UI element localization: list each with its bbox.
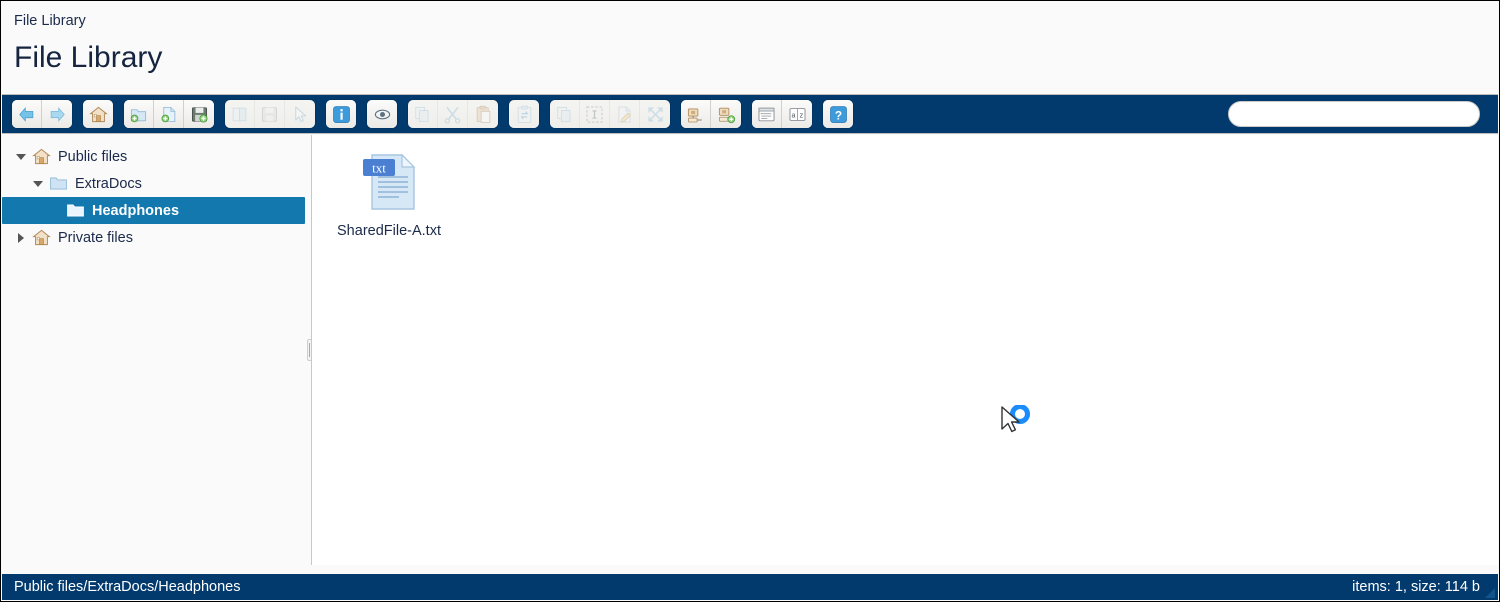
chevron-right-icon[interactable] (14, 231, 28, 245)
tree-item-label: Headphones (92, 202, 180, 219)
home-button[interactable] (83, 100, 113, 128)
eye-icon (373, 105, 392, 124)
toolbar-group-clipboard (408, 100, 498, 128)
archive-icon (686, 105, 705, 124)
preview-button[interactable] (367, 100, 397, 128)
status-path: Public files/ExtraDocs/Headphones (14, 579, 241, 595)
floppy-add-icon (190, 105, 209, 124)
copy-icon (413, 105, 432, 124)
tree-item-private-files[interactable]: Private files (2, 224, 311, 251)
file-list-pane[interactable]: txt SharedFile-A.txt (312, 135, 1498, 565)
home-folder-icon (31, 229, 51, 247)
expand-button (640, 100, 670, 128)
new-file-button[interactable] (154, 100, 184, 128)
splitter-grip-line (309, 343, 310, 357)
cut-button (438, 100, 468, 128)
info-icon (332, 105, 351, 124)
duplicate-button (509, 100, 539, 128)
copy-button (408, 100, 438, 128)
scissors-icon (443, 105, 462, 124)
window-list-icon (757, 105, 776, 124)
home-folder-icon (31, 148, 51, 166)
toolbar-group-navigation (12, 100, 72, 128)
chevron-down-icon[interactable] (14, 150, 28, 164)
sort-button[interactable]: az (782, 100, 812, 128)
floppy-icon (260, 105, 279, 124)
clipboard-sync-icon (515, 105, 534, 124)
home-icon (88, 105, 108, 124)
tree-item-public-files[interactable]: Public files (2, 143, 311, 170)
archive-add-icon (717, 105, 736, 124)
toolbar-group-create (124, 100, 214, 128)
file-library-window: File Library File Library a z? Public fil… (0, 0, 1500, 602)
arrow-right-icon (48, 105, 67, 124)
folder-icon (48, 175, 68, 193)
tree-item-label: Private files (58, 229, 133, 246)
tree-item-label: Public files (58, 148, 128, 165)
expand-arrows-icon (646, 105, 665, 124)
toolbar-group-duplicate (509, 100, 539, 128)
toolbar-group-preview (367, 100, 397, 128)
tree-item-headphones[interactable]: Headphones (2, 197, 305, 224)
toolbar-group-view: az (752, 100, 812, 128)
upload-button[interactable] (184, 100, 214, 128)
pointer-icon (291, 105, 310, 124)
file-tile-sharedfile-a[interactable]: txt SharedFile-A.txt (330, 145, 448, 239)
paste-button (468, 100, 498, 128)
breadcrumb: File Library (14, 13, 86, 29)
svg-text:?: ? (834, 108, 841, 122)
view-mode-button[interactable] (752, 100, 782, 128)
sort-az-icon: az (788, 105, 807, 124)
arrow-left-icon (17, 105, 36, 124)
page-header: File Library File Library (1, 1, 1499, 93)
status-item-count: items: 1, size: 114 b (1352, 579, 1480, 595)
search-input[interactable] (1228, 101, 1480, 127)
rename-pencil-icon (615, 105, 634, 124)
page-title: File Library (14, 41, 163, 74)
save-button (255, 100, 285, 128)
toolbar-group-edit-ops (550, 100, 670, 128)
info-button[interactable] (326, 100, 356, 128)
file-add-icon (159, 105, 178, 124)
toolbar-group-info (326, 100, 356, 128)
help-button[interactable]: ? (823, 100, 853, 128)
question-mark-icon: ? (829, 105, 848, 124)
back-button[interactable] (12, 100, 42, 128)
main-body: Public files ExtraDocs Headphones Private f… (2, 135, 1498, 565)
select-all-button (580, 100, 610, 128)
svg-text:txt: txt (372, 161, 386, 176)
file-name-label: SharedFile-A.txt (337, 223, 441, 239)
new-folder-button[interactable] (124, 100, 154, 128)
svg-text:a: a (791, 111, 795, 119)
folder-icon (65, 202, 85, 220)
toolbar-group-home (83, 100, 113, 128)
rename-button (610, 100, 640, 128)
folder-add-icon (129, 105, 148, 124)
chevron-down-icon[interactable] (31, 177, 45, 191)
resize-grip-icon[interactable] (1484, 587, 1496, 599)
select-all-icon (585, 105, 604, 124)
tree-item-label: ExtraDocs (75, 175, 142, 192)
toolbar-group-help: ? (823, 100, 853, 128)
status-bar: Public files/ExtraDocs/Headphones items:… (2, 574, 1498, 600)
multi-copy-icon (555, 105, 574, 124)
loading-cursor (998, 404, 1038, 444)
toolbar: a z? (2, 94, 1498, 134)
open-button (225, 100, 255, 128)
create-archive-button[interactable] (711, 100, 741, 128)
folder-tree-sidebar: Public files ExtraDocs Headphones Private f… (2, 135, 312, 565)
copy-files-button (550, 100, 580, 128)
open-book-icon (230, 105, 249, 124)
svg-text:z: z (799, 111, 803, 119)
clipboard-paste-icon (474, 105, 493, 124)
extract-archive-button[interactable] (681, 100, 711, 128)
tree-item-extradocs[interactable]: ExtraDocs (2, 170, 311, 197)
search-container (1228, 101, 1480, 127)
toolbar-group-file-ops (225, 100, 315, 128)
toolbar-group-archive (681, 100, 741, 128)
txt-file-icon: txt (354, 149, 424, 215)
select-button (285, 100, 315, 128)
forward-button[interactable] (42, 100, 72, 128)
